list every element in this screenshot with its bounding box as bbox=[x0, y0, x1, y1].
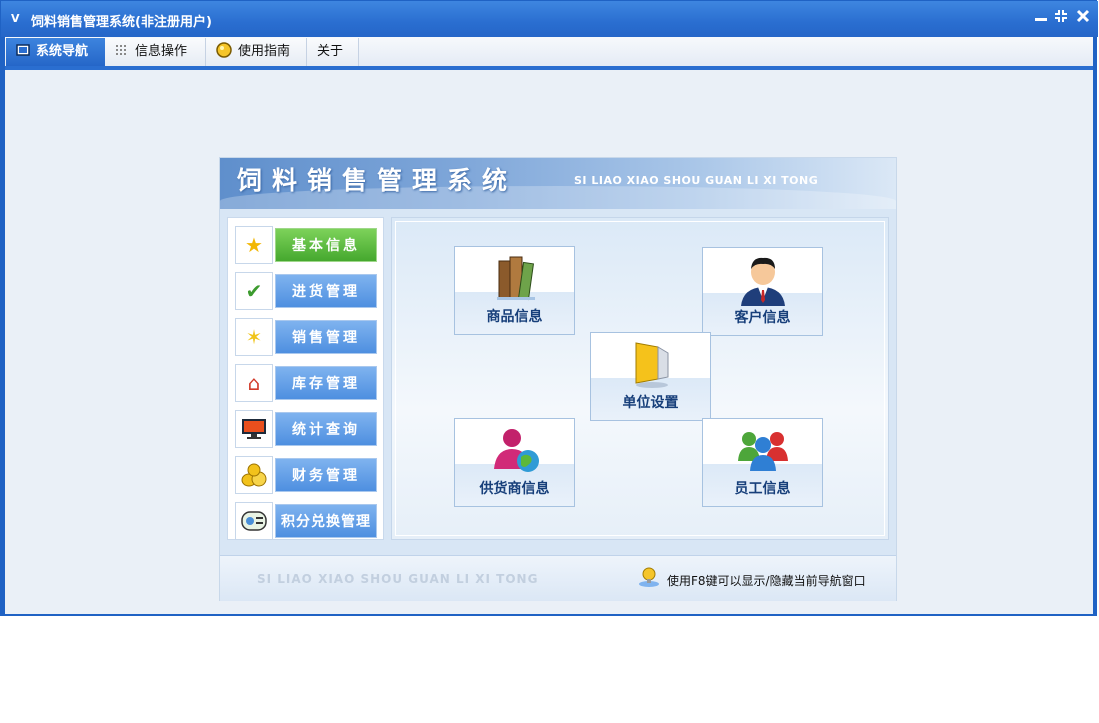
card-icon bbox=[235, 502, 273, 540]
monitor-icon bbox=[591, 339, 710, 391]
lightbulb-icon bbox=[216, 42, 232, 58]
lightbulb-icon bbox=[639, 567, 659, 587]
sparkle-icon: ✶ bbox=[235, 318, 273, 356]
restore-icon bbox=[1055, 10, 1067, 22]
sidebar-item-label: 基本信息 bbox=[275, 228, 377, 262]
footer-watermark: SI LIAO XIAO SHOU GUAN LI XI TONG bbox=[257, 572, 539, 586]
sidebar-item-statistics[interactable]: 统计查询 bbox=[235, 410, 377, 448]
banner-subtitle: SI LIAO XIAO SHOU GUAN LI XI TONG bbox=[574, 174, 819, 187]
minimize-icon bbox=[1035, 18, 1047, 21]
sidebar-item-finance[interactable]: 财务管理 bbox=[235, 456, 377, 494]
app-icon: V bbox=[11, 12, 20, 25]
group-icon bbox=[703, 425, 822, 477]
tab-label: 信息操作 bbox=[135, 44, 188, 59]
check-icon: ✔ bbox=[235, 272, 273, 310]
goods-info-tile[interactable]: 商品信息 bbox=[454, 246, 575, 335]
tab-about[interactable]: 关于 bbox=[307, 38, 359, 66]
sidebar-item-label: 库存管理 bbox=[275, 366, 377, 400]
unit-settings-tile[interactable]: 单位设置 bbox=[590, 332, 711, 421]
tile-label: 客户信息 bbox=[734, 310, 791, 326]
title-bar[interactable]: V 饲料销售管理系统(非注册用户) bbox=[1, 1, 1098, 37]
main-window: V 饲料销售管理系统(非注册用户) 系统导航 信息操作 使用指南 关于 饲料销售… bbox=[0, 0, 1098, 616]
close-button[interactable] bbox=[1074, 9, 1092, 27]
tab-label: 使用指南 bbox=[238, 44, 291, 59]
tile-label: 单位设置 bbox=[622, 395, 679, 411]
grid-icon bbox=[116, 45, 126, 55]
minimize-button[interactable] bbox=[1032, 9, 1050, 27]
navigation-panel: 饲料销售管理系统 SI LIAO XIAO SHOU GUAN LI XI TO… bbox=[219, 157, 897, 601]
banner: 饲料销售管理系统 SI LIAO XIAO SHOU GUAN LI XI TO… bbox=[220, 158, 896, 209]
sidebar-item-purchase[interactable]: ✔ 进货管理 bbox=[235, 272, 377, 310]
tab-system-nav[interactable]: 系统导航 bbox=[6, 38, 105, 66]
house-icon: ⌂ bbox=[235, 364, 273, 402]
customer-info-tile[interactable]: 客户信息 bbox=[702, 247, 823, 336]
banner-title: 饲料销售管理系统 bbox=[237, 166, 518, 195]
books-icon bbox=[455, 253, 574, 305]
staff-info-tile[interactable]: 员工信息 bbox=[702, 418, 823, 507]
tile-label: 员工信息 bbox=[734, 481, 791, 497]
window-icon bbox=[16, 44, 30, 56]
monitor-icon bbox=[235, 410, 273, 448]
supplier-info-tile[interactable]: 供货商信息 bbox=[454, 418, 575, 507]
tab-info-ops[interactable]: 信息操作 bbox=[105, 38, 206, 66]
sidebar-item-label: 积分兑换管理 bbox=[275, 504, 377, 538]
sidebar-item-basic-info[interactable]: ★ 基本信息 bbox=[235, 226, 377, 264]
window-title: 饲料销售管理系统(非注册用户) bbox=[31, 15, 212, 30]
quick-access-area: 商品信息 客户信息 单位设置 供货商信息 员工信息 bbox=[391, 217, 889, 540]
close-icon bbox=[1076, 9, 1090, 23]
star-icon: ★ bbox=[235, 226, 273, 264]
footer-bar: SI LIAO XIAO SHOU GUAN LI XI TONG 使用F8键可… bbox=[220, 555, 896, 601]
sidebar-item-label: 统计查询 bbox=[275, 412, 377, 446]
coins-icon bbox=[235, 456, 273, 494]
tile-label: 供货商信息 bbox=[479, 481, 550, 497]
person-icon bbox=[703, 254, 822, 306]
restore-button[interactable] bbox=[1052, 9, 1070, 27]
sidebar-item-label: 进货管理 bbox=[275, 274, 377, 308]
tab-label: 系统导航 bbox=[36, 44, 89, 59]
sidebar-item-points-exchange[interactable]: 积分兑换管理 bbox=[235, 502, 377, 540]
client-area: 饲料销售管理系统 SI LIAO XIAO SHOU GUAN LI XI TO… bbox=[5, 70, 1093, 614]
sidebar-item-inventory[interactable]: ⌂ 库存管理 bbox=[235, 364, 377, 402]
module-sidebar: ★ 基本信息 ✔ 进货管理 ✶ 销售管理 ⌂ 库存管理 统计查询 财务管理 积分… bbox=[227, 217, 384, 540]
sidebar-item-sales[interactable]: ✶ 销售管理 bbox=[235, 318, 377, 356]
tab-user-guide[interactable]: 使用指南 bbox=[206, 38, 307, 66]
menu-bar: 系统导航 信息操作 使用指南 关于 bbox=[5, 37, 1093, 70]
tile-label: 商品信息 bbox=[486, 309, 543, 325]
f8-hint-text: 使用F8键可以显示/隐藏当前导航窗口 bbox=[667, 574, 866, 588]
people-globe-icon bbox=[455, 425, 574, 477]
sidebar-item-label: 财务管理 bbox=[275, 458, 377, 492]
tab-label: 关于 bbox=[317, 44, 344, 59]
sidebar-item-label: 销售管理 bbox=[275, 320, 377, 354]
